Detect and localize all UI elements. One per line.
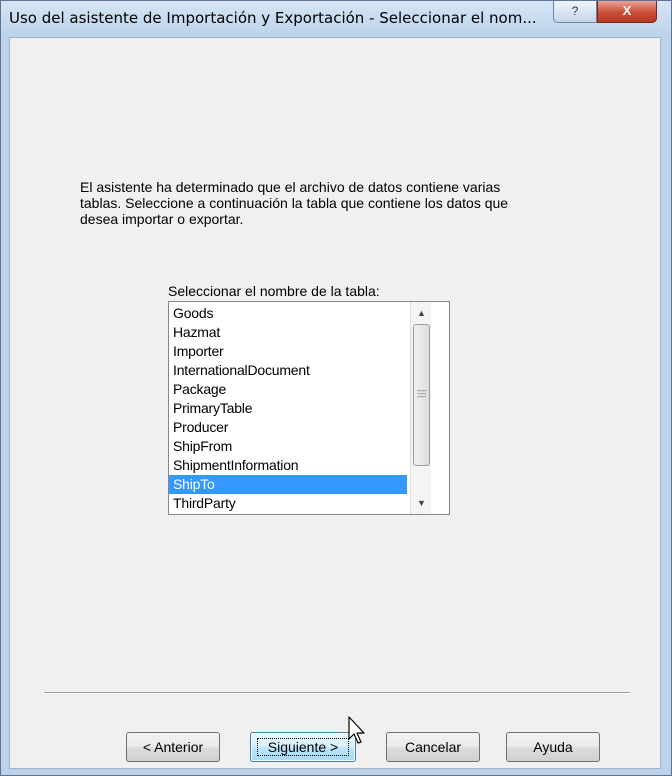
instructions-line: El asistente ha determinado que el archi… xyxy=(80,179,501,195)
help-icon[interactable]: ? xyxy=(553,1,597,23)
cancel-button[interactable]: Cancelar xyxy=(386,732,480,762)
table-list-item[interactable]: ShipmentInformation xyxy=(169,456,407,475)
scroll-down-arrow-icon[interactable]: ▼ xyxy=(411,494,432,512)
table-list-item[interactable]: Producer xyxy=(169,418,407,437)
window-title: Uso del asistente de Importación y Expor… xyxy=(9,9,537,27)
scroll-up-arrow-icon[interactable]: ▲ xyxy=(411,304,432,322)
table-list-item[interactable]: InternationalDocument xyxy=(169,361,407,380)
wizard-page: El asistente ha determinado que el archi… xyxy=(9,37,661,769)
dialog-window: Uso del asistente de Importación y Expor… xyxy=(0,0,672,776)
table-list-item[interactable]: ShipFrom xyxy=(169,437,407,456)
table-list-label: Seleccionar el nombre de la tabla: xyxy=(168,283,380,299)
grip-icon: — — — xyxy=(417,385,426,401)
separator-line xyxy=(44,692,630,694)
instructions-text: El asistente ha determinado que el archi… xyxy=(80,179,600,227)
table-list-item[interactable]: Package xyxy=(169,380,407,399)
scrollbar-thumb[interactable]: — — — xyxy=(413,324,430,466)
table-list-item[interactable]: Importer xyxy=(169,342,407,361)
table-list-item[interactable]: ShipTo xyxy=(169,475,407,494)
next-button[interactable]: Siguiente > xyxy=(250,732,356,762)
title-bar[interactable]: Uso del asistente de Importación y Expor… xyxy=(1,1,671,37)
table-list-item[interactable]: Goods xyxy=(169,304,407,323)
mouse-pointer-icon xyxy=(348,716,365,744)
list-scrollbar[interactable]: ▲ — — — ▼ xyxy=(410,302,431,514)
table-list-items: Goods Hazmat Importer InternationalDocument… xyxy=(169,304,407,513)
table-list-item[interactable]: ThirdParty xyxy=(169,494,407,513)
close-icon[interactable]: X xyxy=(597,1,657,23)
table-list-item[interactable]: Hazmat xyxy=(169,323,407,342)
table-list-item[interactable]: PrimaryTable xyxy=(169,399,407,418)
table-listbox[interactable]: Goods Hazmat Importer InternationalDocument… xyxy=(168,301,450,515)
focus-rectangle xyxy=(257,738,349,756)
back-button[interactable]: < Anterior xyxy=(126,732,220,762)
help-button[interactable]: Ayuda xyxy=(506,732,600,762)
instructions-line: desea importar o exportar. xyxy=(80,211,244,227)
instructions-line: tablas. Seleccione a continuación la tab… xyxy=(80,195,509,211)
